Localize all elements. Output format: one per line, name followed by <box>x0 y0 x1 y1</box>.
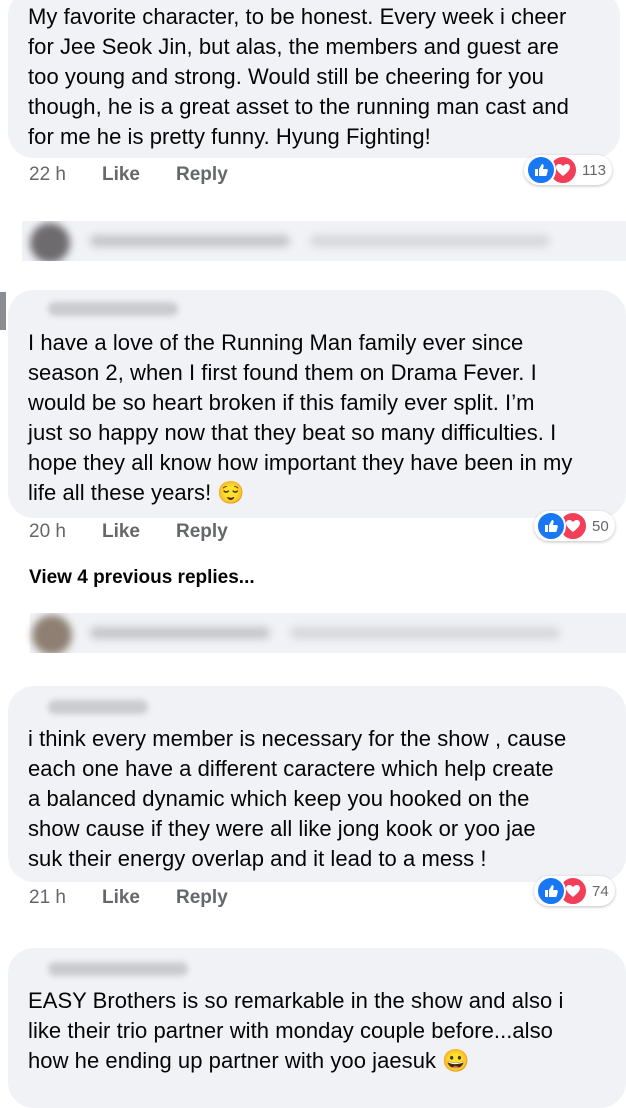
blurred-reply <box>0 613 626 653</box>
blurred-reply <box>0 221 626 261</box>
reply-button[interactable]: Reply <box>176 887 228 909</box>
like-button[interactable]: Like <box>102 164 140 186</box>
reaction-summary[interactable]: 113 <box>524 155 612 185</box>
commenter-name <box>48 302 178 316</box>
comment-actions: 22 h Like Reply <box>29 164 264 186</box>
commenter-name <box>48 700 148 714</box>
reply-button[interactable]: Reply <box>176 164 228 186</box>
thumbs-up-icon <box>536 876 566 906</box>
avatar <box>30 223 70 261</box>
comment-bubble: I have a love of the Running Man family … <box>8 290 626 518</box>
reaction-summary[interactable]: 50 <box>534 511 615 541</box>
comment-text: i think every member is necessary for th… <box>28 726 567 871</box>
comment-text: I have a love of the Running Man family … <box>28 330 573 505</box>
comment-actions: 21 h Like Reply <box>29 887 264 909</box>
thumbs-up-icon <box>536 511 566 541</box>
view-previous-replies-link[interactable]: View 4 previous replies... <box>29 567 255 589</box>
comment-timestamp[interactable]: 22 h <box>29 164 66 186</box>
thumbs-up-icon <box>526 155 556 185</box>
comment-bubble: i think every member is necessary for th… <box>8 686 626 882</box>
reaction-summary[interactable]: 74 <box>534 876 615 906</box>
comment-timestamp[interactable]: 21 h <box>29 887 66 909</box>
comment-text: My favorite character, to be honest. Eve… <box>28 4 569 149</box>
comment-bubble: EASY Brothers is so remarkable in the sh… <box>8 948 626 1108</box>
reaction-count: 74 <box>592 882 609 900</box>
reaction-count: 50 <box>592 517 609 535</box>
avatar <box>32 615 72 653</box>
thread-line <box>0 292 6 330</box>
commenter-name <box>48 962 188 976</box>
comment-text: EASY Brothers is so remarkable in the sh… <box>28 988 564 1073</box>
comment-actions: 20 h Like Reply <box>29 521 264 543</box>
comment-timestamp[interactable]: 20 h <box>29 521 66 543</box>
reply-button[interactable]: Reply <box>176 521 228 543</box>
like-button[interactable]: Like <box>102 887 140 909</box>
comment-bubble: My favorite character, to be honest. Eve… <box>8 0 620 158</box>
reaction-count: 113 <box>582 161 606 179</box>
like-button[interactable]: Like <box>102 521 140 543</box>
